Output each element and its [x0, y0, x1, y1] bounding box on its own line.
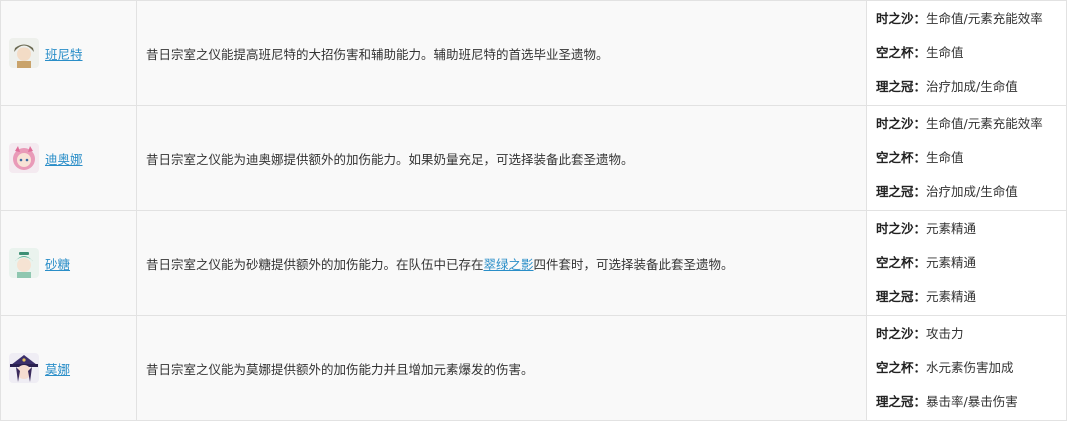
stat-goblet: 空之杯：生命值 — [876, 150, 964, 165]
stats-cell: 时之沙：生命值/元素充能效率 空之杯：生命值 理之冠：治疗加成/生命值 — [866, 0, 1067, 106]
stat-goblet: 空之杯：元素精通 — [876, 255, 977, 270]
stat-goblet: 空之杯：生命值 — [876, 45, 964, 60]
description-cell: 昔日宗室之仪能为迪奥娜提供额外的加伤能力。如果奶量充足，可选择装备此套圣遗物。 — [136, 105, 867, 211]
table-row: 迪奥娜 昔日宗室之仪能为迪奥娜提供额外的加伤能力。如果奶量充足，可选择装备此套圣… — [0, 105, 1067, 211]
stat-sands: 时之沙：元素精通 — [876, 221, 977, 236]
character-cell: 砂糖 — [0, 210, 137, 316]
description-cell: 昔日宗室之仪能提高班尼特的大招伤害和辅助能力。辅助班尼特的首选毕业圣遗物。 — [136, 0, 867, 106]
stat-sands: 时之沙：攻击力 — [876, 326, 964, 341]
bennett-avatar-icon — [9, 38, 39, 68]
stat-circlet: 理之冠：治疗加成/生命值 — [876, 79, 1018, 94]
stat-goblet: 空之杯：水元素伤害加成 — [876, 360, 1014, 375]
description-cell: 昔日宗室之仪能为砂糖提供额外的加伤能力。在队伍中已存在翠绿之影四件套时，可选择装… — [136, 210, 867, 316]
character-link-sucrose[interactable]: 砂糖 — [45, 254, 70, 273]
table-row: 砂糖 昔日宗室之仪能为砂糖提供额外的加伤能力。在队伍中已存在翠绿之影四件套时，可… — [0, 210, 1067, 316]
stats-cell: 时之沙：生命值/元素充能效率 空之杯：生命值 理之冠：治疗加成/生命值 — [866, 105, 1067, 211]
stats-cell: 时之沙：元素精通 空之杯：元素精通 理之冠：元素精通 — [866, 210, 1067, 316]
stat-sands: 时之沙：生命值/元素充能效率 — [876, 11, 1043, 26]
table-row: 莫娜 昔日宗室之仪能为莫娜提供额外的加伤能力并且增加元素爆发的伤害。 时之沙：攻… — [0, 315, 1067, 421]
stat-circlet: 理之冠：暴击率/暴击伤害 — [876, 394, 1018, 409]
stat-circlet: 理之冠：治疗加成/生命值 — [876, 184, 1018, 199]
character-link-mona[interactable]: 莫娜 — [45, 359, 70, 378]
character-cell: 迪奥娜 — [0, 105, 137, 211]
character-cell: 班尼特 — [0, 0, 137, 106]
mona-avatar-icon — [9, 353, 39, 383]
stats-cell: 时之沙：攻击力 空之杯：水元素伤害加成 理之冠：暴击率/暴击伤害 — [866, 315, 1067, 421]
character-cell: 莫娜 — [0, 315, 137, 421]
diona-avatar-icon — [9, 143, 39, 173]
stat-sands: 时之沙：生命值/元素充能效率 — [876, 116, 1043, 131]
artifact-link-viridescent[interactable]: 翠绿之影 — [484, 257, 534, 272]
character-artifact-table: 班尼特 昔日宗室之仪能提高班尼特的大招伤害和辅助能力。辅助班尼特的首选毕业圣遗物… — [0, 0, 1067, 421]
character-link-diona[interactable]: 迪奥娜 — [45, 149, 83, 168]
stat-circlet: 理之冠：元素精通 — [876, 289, 977, 304]
table-row: 班尼特 昔日宗室之仪能提高班尼特的大招伤害和辅助能力。辅助班尼特的首选毕业圣遗物… — [0, 0, 1067, 106]
description-cell: 昔日宗室之仪能为莫娜提供额外的加伤能力并且增加元素爆发的伤害。 — [136, 315, 867, 421]
character-link-bennett[interactable]: 班尼特 — [45, 44, 83, 63]
sucrose-avatar-icon — [9, 248, 39, 278]
